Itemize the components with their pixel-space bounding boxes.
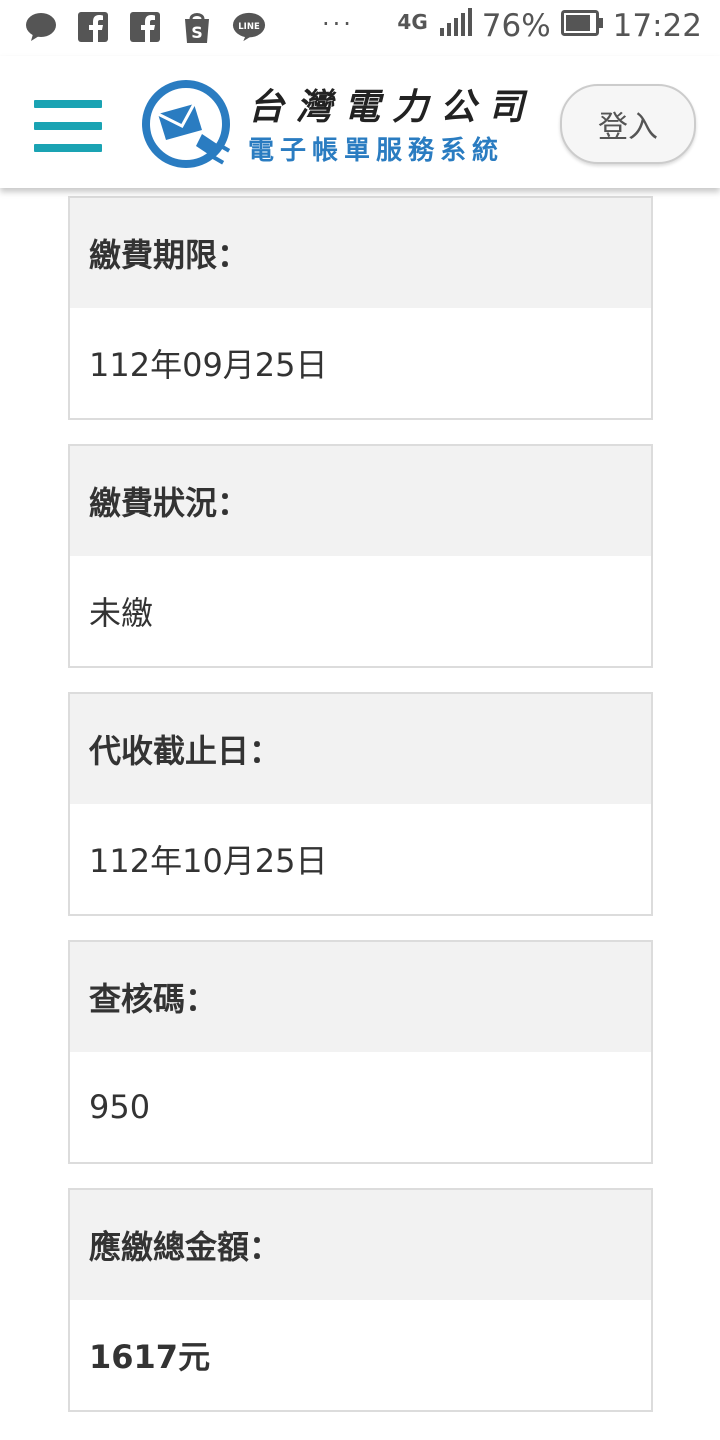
field-value: 112年10月25日 [89, 842, 328, 880]
field-value: 112年09月25日 [89, 346, 328, 384]
field-card-collection-deadline: 代收截止日： 112年10月25日 [68, 692, 653, 916]
field-label: 應繳總金額： [70, 1190, 651, 1300]
field-value: 1617元 [89, 1338, 211, 1376]
line-icon: LINE [232, 10, 266, 44]
site-header: 台灣電力公司 電子帳單服務系統 登入 [0, 56, 720, 188]
battery-icon [560, 8, 603, 44]
menu-icon[interactable] [34, 100, 102, 152]
field-label: 繳費期限： [70, 198, 651, 308]
field-label: 代收截止日： [70, 694, 651, 804]
overflow-indicator: ··· [322, 10, 354, 38]
logo: 台灣電力公司 電子帳單服務系統 [140, 74, 540, 172]
field-card-check-code: 查核碼： 950 [68, 940, 653, 1164]
field-card-payment-status: 繳費狀況： 未繳 [68, 444, 653, 668]
facebook-icon [76, 10, 110, 44]
notification-icons: S LINE [24, 10, 266, 44]
svg-text:LINE: LINE [238, 22, 260, 32]
field-value: 950 [89, 1088, 151, 1126]
signal-icon [438, 8, 472, 44]
field-card-total-amount: 應繳總金額： 1617元 [68, 1188, 653, 1412]
logo-company-name: 台灣電力公司 [248, 86, 537, 128]
logo-system-name: 電子帳單服務系統 [248, 136, 505, 166]
field-card-due-date: 繳費期限： 112年09月25日 [68, 196, 653, 420]
bill-details: 繳費期限： 112年09月25日 繳費狀況： 未繳 代收截止日： 112年10月… [68, 196, 653, 1436]
field-label: 繳費狀況： [70, 446, 651, 556]
battery-percent: 76% [481, 8, 551, 44]
logo-emblem-icon [142, 80, 231, 168]
login-button[interactable]: 登入 [560, 84, 696, 164]
facebook-icon [128, 10, 162, 44]
network-type: 4G [397, 10, 428, 34]
system-status: 4G 76% 17:22 [397, 8, 702, 44]
chat-bubble-icon [24, 10, 58, 44]
shopping-bag-icon: S [180, 10, 214, 44]
clock: 17:22 [612, 8, 702, 44]
field-value: 未繳 [89, 594, 154, 632]
svg-text:S: S [191, 23, 203, 42]
field-label: 查核碼： [70, 942, 651, 1052]
status-bar: S LINE ··· 4G 76% 17:22 [0, 0, 720, 56]
